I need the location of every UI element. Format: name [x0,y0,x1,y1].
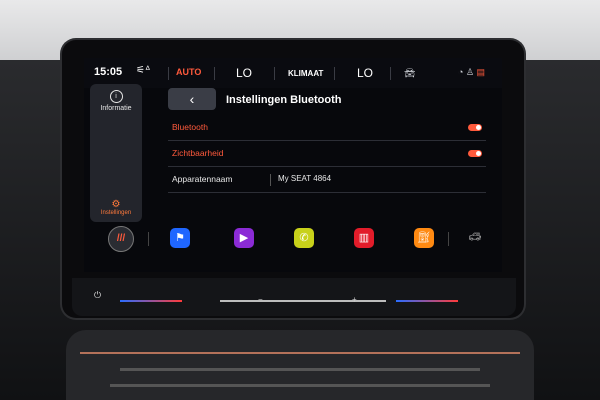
dock-divider [448,232,449,246]
back-button[interactable]: ‹ [168,88,216,110]
right-temperature-slider[interactable] [396,300,458,302]
visibility-row[interactable]: Zichtbaarheid [168,142,486,167]
vent-slat [110,384,490,387]
notification-icon[interactable]: ▤ [477,67,486,77]
status-bar: 15:05 ⚟ᐞ AUTO LO KLIMAAT LO 🚘︎ ◔ ♙ ▤ [84,58,502,88]
clock: 15:05 [94,66,123,78]
right-temperature[interactable]: LO [357,66,373,80]
device-name-row[interactable]: Apparatennaam My SEAT 4864 [168,168,486,193]
info-label: Informatie [100,105,132,112]
radio-icon[interactable]: ▥ [354,228,374,248]
status-divider [334,67,335,80]
bluetooth-row[interactable]: Bluetooth [168,116,486,141]
flag-icon[interactable]: ⚑ [170,228,190,248]
power-icon[interactable]: ⏻ [94,290,101,301]
device-name-value: My SEAT 4864 [278,174,332,183]
left-temperature-slider[interactable] [120,300,182,302]
phone-icon[interactable]: ✆ [294,228,314,248]
volume-slider[interactable] [220,300,386,302]
auto-climate-button[interactable]: AUTO [176,67,201,77]
user-icon: ♙ [465,67,475,77]
page-title: Instellingen Bluetooth [226,94,342,106]
vent-slat [120,368,480,371]
status-divider [168,67,169,80]
status-divider [274,67,275,80]
toggle-knob [476,125,481,130]
app-dock: /// ⚑ ▶ ✆ ▥ ⛽︎ 🚙︎ [84,224,502,260]
home-button[interactable]: /// [108,226,134,252]
climate-bezel [72,278,516,316]
left-temperature[interactable]: LO [236,66,252,80]
settings-label: Instellingen [100,210,132,216]
row-label: Apparatennaam [172,174,233,184]
climate-button[interactable]: KLIMAAT [288,69,323,78]
connectivity-icon: ◔ [458,67,464,77]
status-icons: ◔ ♙ ▤ [458,67,485,78]
row-divider [270,174,271,186]
fuel-icon[interactable]: ⛽︎ [414,228,434,248]
volume-plus-icon[interactable]: + [352,295,357,304]
row-label: Zichtbaarheid [172,148,224,158]
trim-accent [80,352,520,354]
info-icon: i [109,90,123,103]
settings-button[interactable]: ⚙ Instellingen [90,199,142,217]
car-icon[interactable]: 🚘︎ [404,68,415,79]
bluetooth-toggle[interactable] [468,124,482,131]
gear-icon: ⚙ [111,199,121,210]
chevron-left-icon: ‹ [189,91,195,107]
play-icon[interactable]: ▶ [234,228,254,248]
info-button[interactable]: i Informatie [90,90,142,112]
dock-divider [148,232,149,246]
toggle-knob [476,151,481,156]
air-vent [66,330,534,400]
visibility-toggle[interactable] [468,150,482,157]
status-divider [214,67,215,80]
row-label: Bluetooth [172,122,208,132]
sidebar: i Informatie ⚙ Instellingen [90,84,142,222]
vehicle-icon[interactable]: 🚙︎ [462,228,488,248]
status-divider [390,67,391,80]
infotainment-screen: 15:05 ⚟ᐞ AUTO LO KLIMAAT LO 🚘︎ ◔ ♙ ▤ i I… [84,58,502,272]
seat-heating-icon[interactable]: ⚟ᐞ [136,65,150,76]
